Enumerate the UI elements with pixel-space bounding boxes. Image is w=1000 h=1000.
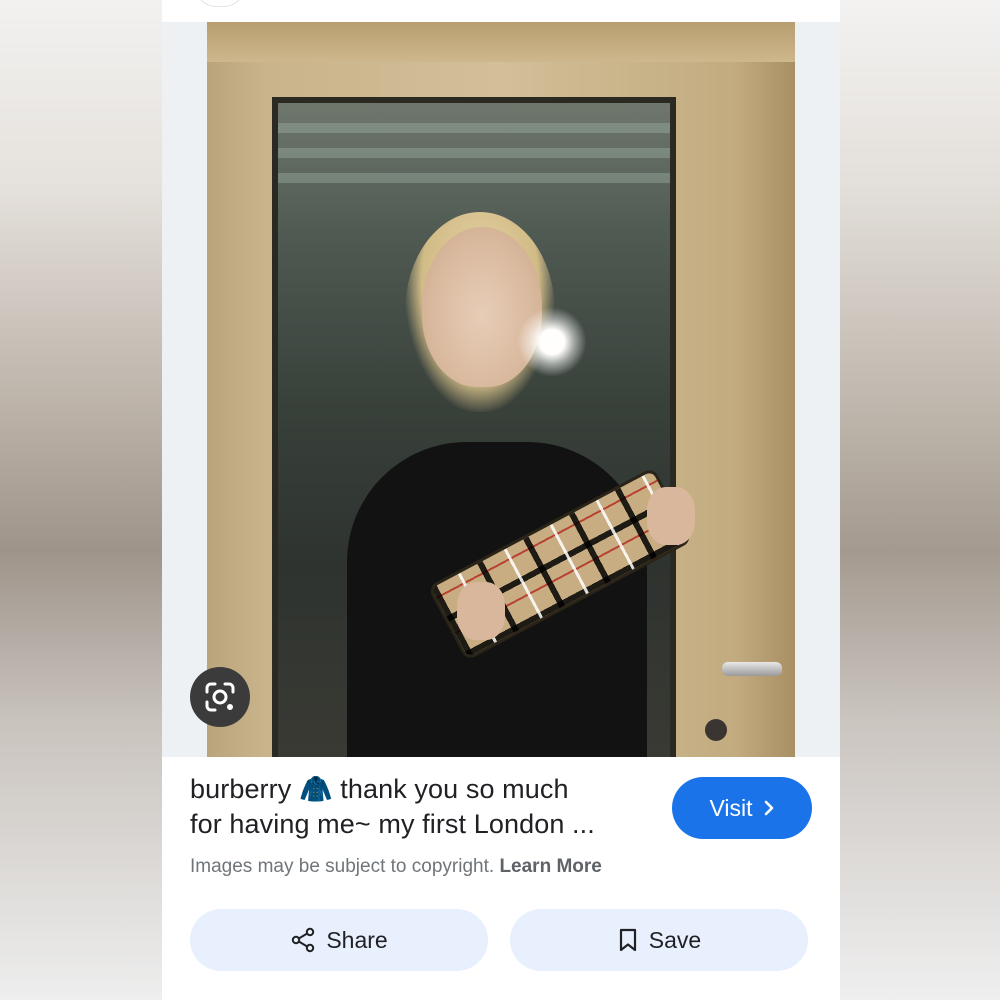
blind-slat xyxy=(278,173,670,183)
save-button[interactable]: Save xyxy=(510,909,808,971)
door-frame xyxy=(207,22,795,62)
share-icon xyxy=(292,927,315,953)
door-handle xyxy=(722,662,782,676)
save-label: Save xyxy=(648,926,702,953)
image-preview[interactable] xyxy=(162,22,840,757)
visit-label: Visit xyxy=(709,794,753,821)
blind-slat xyxy=(278,123,670,133)
share-button[interactable]: Share xyxy=(190,909,488,971)
google-lens-button[interactable] xyxy=(190,667,250,727)
result-title-line-2: for having me~ my first London ... xyxy=(190,809,595,839)
result-photo xyxy=(207,22,795,757)
copyright-notice: Images may be subject to copyright. Lear… xyxy=(190,856,602,878)
hand xyxy=(647,487,695,545)
door-lock xyxy=(705,719,727,741)
background-blur-left xyxy=(0,0,162,1000)
visit-button[interactable]: Visit xyxy=(672,777,812,839)
share-label: Share xyxy=(326,926,388,953)
copyright-text: Images may be subject to copyright. xyxy=(190,856,495,877)
camera-flash xyxy=(517,307,587,377)
bookmark-icon xyxy=(619,928,636,952)
google-lens-icon xyxy=(205,682,235,712)
background-blur-right xyxy=(840,0,1000,1000)
blind-slat xyxy=(278,148,670,158)
result-title-line-1: burberry 🧥 thank you so much xyxy=(190,774,569,804)
result-title[interactable]: burberry 🧥 thank you so much for having … xyxy=(190,772,660,842)
hand xyxy=(457,582,505,640)
chevron-right-icon xyxy=(764,800,773,816)
learn-more-link[interactable]: Learn More xyxy=(499,856,601,877)
